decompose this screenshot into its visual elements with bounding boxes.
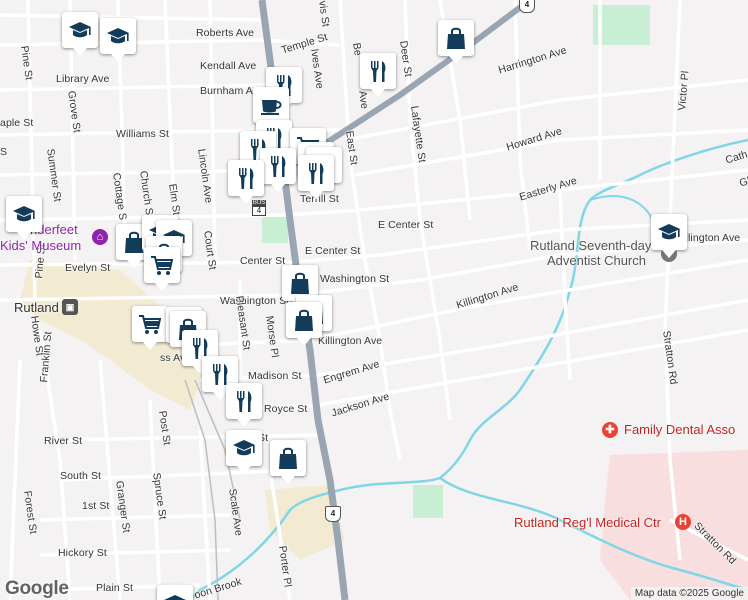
place-seventh-day-line1: Rutland Seventh-day (530, 238, 652, 253)
street-south-st: South St (60, 470, 102, 482)
shopping-bag-icon (291, 272, 309, 294)
place-seventh-day-line2: Adventist Church (547, 253, 646, 268)
train-station-icon[interactable]: ▣ (62, 299, 78, 315)
bus-number: 4 (252, 207, 266, 216)
street-washington-st-west: Washington St (220, 295, 290, 307)
us-route-4-shield-north: 4 (519, 0, 535, 13)
street-plain-st: Plain St (96, 582, 133, 594)
marker-shopping-bag-icon[interactable] (270, 440, 306, 484)
marker-restaurant-icon[interactable] (260, 148, 296, 192)
restaurant-icon (371, 61, 386, 82)
marker-school-icon[interactable] (226, 430, 262, 474)
place-rutland: Rutland (14, 300, 59, 315)
shopping-bag-icon (295, 309, 313, 331)
map-attribution: Map data ©2025 Google (630, 587, 748, 600)
school-icon (164, 595, 186, 600)
marker-school-icon[interactable] (100, 18, 136, 62)
railroad-line (184, 379, 219, 600)
street-library-ave: Library Ave (56, 73, 110, 85)
street-williams-st: Williams St (116, 128, 170, 140)
street-maple-st: aple St (0, 117, 34, 129)
street-e-center-st-east: E Center St (378, 219, 434, 231)
hospital-icon[interactable]: H (675, 514, 691, 530)
street-royce-st: Royce St (264, 403, 308, 415)
google-logo: Google (5, 578, 69, 599)
marker-restaurant-icon[interactable] (228, 160, 264, 204)
school-icon (69, 22, 91, 38)
shopping-cart-icon (139, 315, 162, 334)
marker-shopping-bag-icon[interactable] (438, 20, 474, 64)
restaurant-icon (237, 391, 252, 412)
shopping-bag-icon (447, 27, 465, 49)
marker-coffee-icon[interactable] (253, 87, 289, 131)
marker-school-icon[interactable] (651, 214, 687, 258)
street-kendall-ave: Kendall Ave (200, 60, 257, 72)
street-roberts-ave: Roberts Ave (196, 27, 255, 39)
marker-restaurant-icon[interactable] (226, 383, 262, 427)
street-washington-st-east: Washington St (320, 273, 390, 285)
marker-restaurant-icon[interactable] (360, 53, 396, 97)
street-1st-st: 1st St (82, 500, 110, 512)
map-canvas[interactable]: Roberts Ave Temple St Kendall Ave Librar… (0, 0, 748, 600)
restaurant-icon (309, 163, 324, 184)
street-hickory-st: Hickory St (58, 547, 107, 559)
school-icon (107, 28, 129, 44)
place-family-dental: Family Dental Asso (624, 422, 736, 437)
marker-shopping-bag-icon[interactable] (286, 302, 322, 346)
park-center (262, 216, 288, 243)
school-icon (233, 440, 255, 456)
business-route-4-shield: BUS 4 (252, 200, 266, 216)
marker-school-icon[interactable] (6, 196, 42, 240)
shopping-cart-icon (151, 256, 174, 275)
marker-restaurant-icon[interactable] (298, 155, 334, 199)
coffee-icon (261, 100, 282, 115)
school-icon (658, 224, 680, 240)
restaurant-icon (271, 156, 286, 177)
street-center-st: Center St (240, 255, 286, 267)
park-south (413, 485, 443, 518)
marker-school-icon[interactable] (62, 12, 98, 56)
street-ave-fragment: Ave (356, 90, 371, 110)
us-route-4-shield-south: 4 (325, 506, 341, 522)
street-madison-st: Madison St (248, 370, 302, 382)
restaurant-icon (239, 168, 254, 189)
street-e-center-st: E Center St (305, 245, 361, 257)
shopping-bag-icon (279, 447, 297, 469)
street-burnham-ave: Burnham A (200, 85, 253, 97)
marker-shopping-cart-icon[interactable] (132, 306, 168, 350)
street-river-st: River St (44, 435, 83, 447)
marker-school-icon[interactable] (157, 585, 193, 600)
street-s-fragment: S (0, 146, 8, 158)
street-killington-ave-west: Killington Ave (318, 335, 383, 347)
street-evelyn-st: Evelyn St (65, 262, 111, 274)
place-kids-museum-line2: Kids' Museum (0, 238, 82, 253)
school-icon (13, 206, 35, 222)
place-medical-center: Rutland Reg'l Medical Ctr (514, 515, 661, 530)
museum-icon[interactable]: ⌂ (92, 229, 108, 245)
marker-shopping-cart-icon[interactable] (144, 247, 180, 291)
dental-icon[interactable]: ✚ (602, 422, 618, 438)
